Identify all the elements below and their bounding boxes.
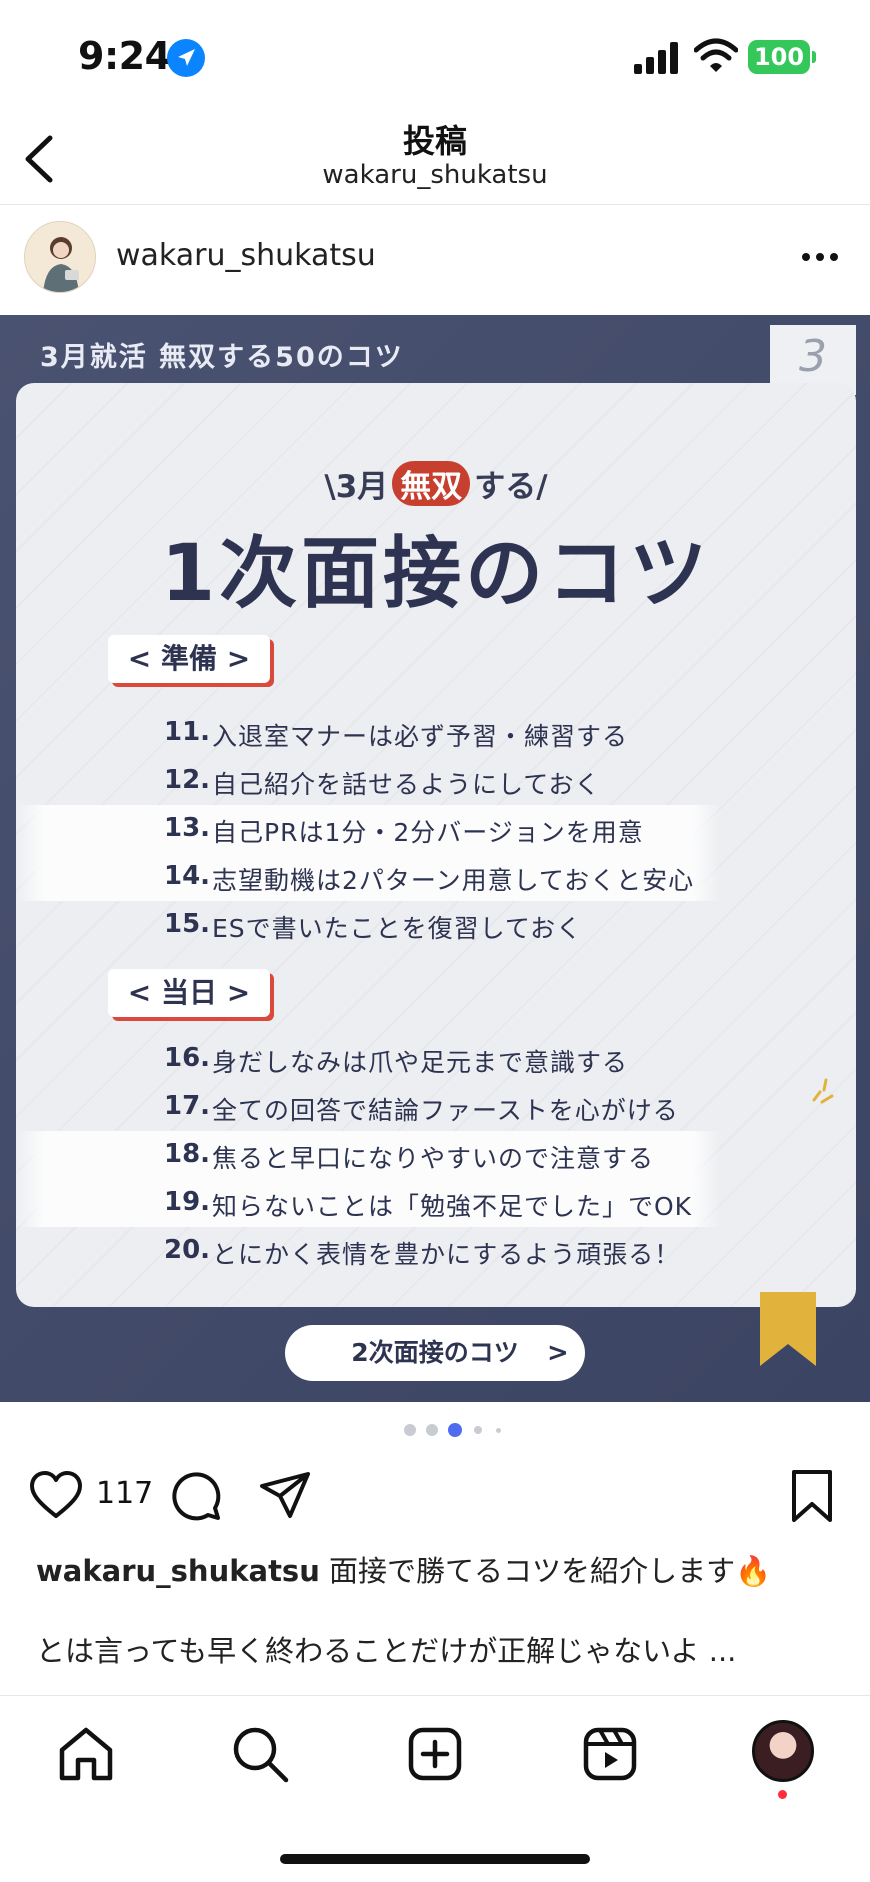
- item-number: 17.: [164, 1091, 211, 1121]
- avatar[interactable]: [24, 221, 96, 293]
- avatar-illustration-icon: [43, 237, 79, 292]
- section-tag-prep: < 準備 >: [108, 635, 270, 683]
- next-slide-arrow: >: [547, 1338, 569, 1368]
- sparkle-icon: [812, 1078, 834, 1104]
- item-number: 19.: [164, 1187, 211, 1217]
- list-prep: 11. 入退室マナーは必ず予習・練習する 12. 自己紹介を話せるようにしておく 1…: [16, 709, 856, 949]
- reels-icon[interactable]: [580, 1724, 640, 1784]
- tagline-suffix: する/: [474, 469, 548, 505]
- carousel-dot: [426, 1424, 438, 1436]
- bottom-tab-bar: [0, 1695, 870, 1882]
- content-card: \3月 無双 する/ 1次面接のコツ < 準備 > 11. 入退室マナーは必ず予習・練…: [16, 383, 856, 1307]
- post-image[interactable]: 3月就活 無双する50のコツ 3 \3月 無双 する/ 1次面接のコツ < 準備 >…: [0, 315, 870, 1402]
- item-number: 11.: [164, 717, 211, 747]
- more-horizontal-icon[interactable]: [800, 245, 840, 269]
- heart-icon[interactable]: [28, 1468, 84, 1524]
- page-title: 投稿: [402, 122, 467, 160]
- item-number: 16.: [164, 1043, 211, 1073]
- tagline-highlight: 無双: [392, 461, 471, 506]
- notification-dot: [778, 1790, 787, 1799]
- page-subtitle: wakaru_shukatsu: [322, 160, 548, 190]
- carousel-dot-active: [448, 1423, 462, 1437]
- status-time: 9:24: [78, 34, 171, 78]
- carousel-dot: [474, 1426, 482, 1434]
- caption-text: 面接で勝てるコツを紹介します🔥: [319, 1554, 772, 1588]
- item-number: 13.: [164, 813, 211, 843]
- carousel-dots: [0, 1420, 870, 1440]
- item-number: 18.: [164, 1139, 211, 1169]
- location-arrow-icon: [167, 39, 205, 77]
- item-text: 志望動機は2パターン用意しておくと安心: [212, 866, 695, 895]
- search-icon[interactable]: [230, 1724, 290, 1784]
- item-text: 知らないことは「勉強不足でした」でOK: [212, 1192, 693, 1221]
- home-icon[interactable]: [56, 1724, 116, 1784]
- wifi-icon: [694, 38, 738, 72]
- item-number: 20.: [164, 1235, 211, 1265]
- carousel-dot: [404, 1424, 416, 1436]
- card-title: 1次面接のコツ: [160, 529, 712, 619]
- status-bar: 9:24 100: [0, 0, 870, 110]
- send-icon[interactable]: [258, 1468, 314, 1524]
- item-text: 焦ると早口になりやすいので注意する: [212, 1144, 655, 1173]
- next-slide-button[interactable]: 2次面接のコツ >: [285, 1325, 585, 1381]
- series-label: 3月就活 無双する50のコツ: [40, 342, 404, 373]
- list-item: 15. ESで書いたことを復習しておく: [16, 901, 856, 949]
- item-text: 自己紹介を話せるようにしておく: [212, 770, 601, 799]
- caption-more[interactable]: とは言っても早く終わることだけが正解じゃないよ ...: [36, 1628, 856, 1670]
- item-text: 全ての回答で結論ファーストを心がける: [212, 1096, 679, 1125]
- profile-tab-avatar[interactable]: [752, 1720, 814, 1782]
- post-header: wakaru_shukatsu: [0, 205, 870, 310]
- battery-tip: [812, 51, 816, 63]
- item-text: ESで書いたことを復習しておく: [212, 914, 583, 943]
- caption-username[interactable]: wakaru_shukatsu: [36, 1554, 320, 1588]
- create-post-icon[interactable]: [405, 1724, 465, 1784]
- battery-level: 100: [748, 40, 810, 74]
- post-username[interactable]: wakaru_shukatsu: [116, 238, 376, 273]
- section-tag-day: < 当日 >: [108, 969, 270, 1017]
- item-number: 14.: [164, 861, 211, 891]
- carousel-dot: [496, 1427, 501, 1433]
- card-tagline: \3月 無双 する/: [16, 461, 856, 506]
- cellular-signal-icon: [634, 42, 678, 74]
- bookmark-icon[interactable]: [784, 1468, 840, 1524]
- list-item: 19. 知らないことは「勉強不足でした」でOK: [16, 1179, 721, 1227]
- list-item: 17. 全ての回答で結論ファーストを心がける: [16, 1083, 856, 1131]
- list-item: 20. とにかく表情を豊かにするよう頑張る！: [16, 1227, 856, 1275]
- list-item: 16. 身だしなみは爪や足元まで意識する: [16, 1035, 856, 1083]
- like-count[interactable]: 117: [96, 1476, 153, 1511]
- list-item: 14. 志望動機は2パターン用意しておくと安心: [16, 853, 721, 901]
- page-number: 3: [799, 331, 827, 382]
- list-item: 13. 自己PRは1分・2分バージョンを用意: [16, 805, 721, 853]
- item-text: 身だしなみは爪や足元まで意識する: [212, 1048, 629, 1077]
- battery-indicator: 100: [748, 40, 816, 74]
- tagline-prefix: \3月: [324, 469, 389, 505]
- caption: wakaru_shukatsu 面接で勝てるコツを紹介します🔥: [36, 1548, 856, 1590]
- item-text: 自己PRは1分・2分バージョンを用意: [212, 818, 644, 847]
- bookmark-decoration-icon: [760, 1292, 816, 1366]
- item-number: 15.: [164, 909, 211, 939]
- list-day: 16. 身だしなみは爪や足元まで意識する 17. 全ての回答で結論ファーストを心がけ…: [16, 1035, 856, 1275]
- next-slide-label: 2次面接のコツ: [351, 1338, 519, 1367]
- page-header: 投稿 wakaru_shukatsu: [0, 110, 870, 205]
- post-actions: 117: [0, 1460, 870, 1530]
- list-item: 12. 自己紹介を話せるようにしておく: [16, 757, 856, 805]
- item-text: とにかく表情を豊かにするよう頑張る！: [212, 1240, 681, 1269]
- item-number: 12.: [164, 765, 211, 795]
- home-indicator: [280, 1854, 590, 1864]
- list-item: 11. 入退室マナーは必ず予習・練習する: [16, 709, 856, 757]
- list-item: 18. 焦ると早口になりやすいので注意する: [16, 1131, 721, 1179]
- comment-icon[interactable]: [168, 1468, 224, 1524]
- item-text: 入退室マナーは必ず予習・練習する: [212, 722, 629, 751]
